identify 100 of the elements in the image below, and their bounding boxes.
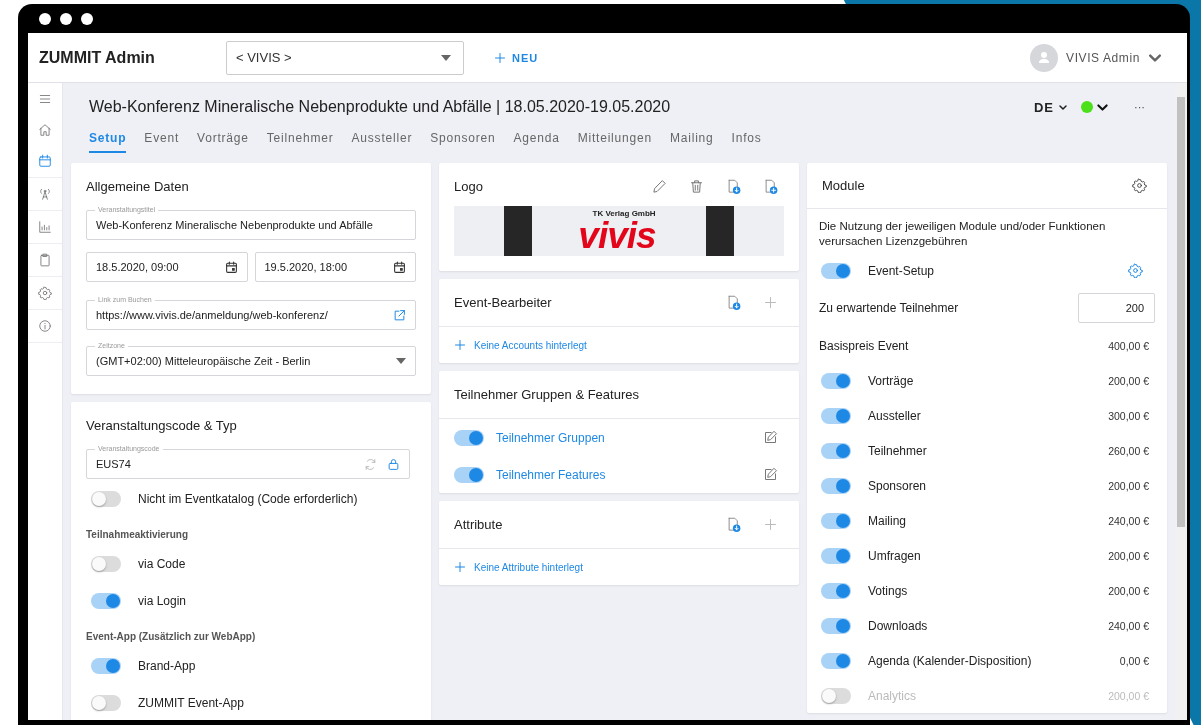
pencil-icon[interactable] <box>652 179 667 194</box>
file-download-icon[interactable] <box>726 517 741 532</box>
settings-icon[interactable] <box>1128 263 1143 278</box>
tab[interactable]: Mailing <box>669 128 714 153</box>
toggle-switch[interactable] <box>91 657 121 674</box>
add-link[interactable]: Keine Attribute hinterlegt <box>454 561 583 573</box>
module-label: Agenda (Kalender-Disposition) <box>868 653 1033 668</box>
app-title: ZUMMIT Admin <box>38 48 156 67</box>
chevron-down-icon[interactable] <box>1097 103 1108 111</box>
price-label: Basispreis Event <box>819 338 910 353</box>
toggle-switch[interactable] <box>91 592 121 609</box>
toggle-switch[interactable] <box>821 617 851 634</box>
plus-icon[interactable] <box>454 561 466 573</box>
antenna-icon[interactable] <box>38 187 52 201</box>
price: 260,00 € <box>1108 444 1150 457</box>
date-field[interactable]: 18.5.2020, 09:00 <box>86 252 248 282</box>
card-title: Attribute <box>454 517 503 532</box>
tab[interactable]: Agenda <box>513 128 560 153</box>
lock-icon[interactable] <box>387 457 400 471</box>
tab[interactable]: Infos <box>731 128 762 153</box>
status-dot[interactable] <box>1081 101 1093 113</box>
toggle-switch[interactable] <box>821 262 851 279</box>
price: 200,00 € <box>1108 584 1150 597</box>
language-select[interactable]: DE <box>1033 99 1067 115</box>
plus-icon[interactable] <box>454 339 466 351</box>
price: 200,00 € <box>1108 374 1150 387</box>
event-select[interactable]: < VIVIS > <box>226 40 464 75</box>
price: 300,00 € <box>1108 409 1150 422</box>
module-label: Vorträge <box>868 373 915 388</box>
edit-icon[interactable] <box>763 467 778 482</box>
external-link-icon[interactable] <box>393 308 406 322</box>
toggle-switch[interactable] <box>821 477 851 494</box>
trash-icon[interactable] <box>689 179 704 194</box>
toggle-switch[interactable] <box>821 582 851 599</box>
tab[interactable]: Event <box>144 128 180 153</box>
home-icon[interactable] <box>38 122 52 137</box>
price: 240,00 € <box>1108 619 1150 632</box>
window-control[interactable] <box>81 12 93 25</box>
toggle-switch[interactable] <box>454 429 484 446</box>
module-label: Downloads <box>868 618 929 633</box>
new-button[interactable]: NEU <box>490 47 543 68</box>
tab[interactable]: Aussteller <box>351 128 413 153</box>
toggle-switch[interactable] <box>821 512 851 529</box>
calendar-icon[interactable] <box>224 260 238 274</box>
toggle-switch[interactable] <box>821 372 851 389</box>
toggle-switch[interactable] <box>821 407 851 424</box>
plus-icon[interactable] <box>763 295 778 310</box>
scrollbar[interactable] <box>1175 83 1187 720</box>
file-download-icon[interactable] <box>726 179 741 194</box>
page-title: Web-Konferenz Mineralische Nebenprodukte und Abfälle | 18.05.2020-19.05.2020 <box>89 98 672 116</box>
calendar-icon[interactable] <box>393 260 406 274</box>
toggle-label: Brand-App <box>138 658 196 673</box>
number-field[interactable]: 200 <box>1078 293 1155 323</box>
gear-icon[interactable] <box>38 286 52 300</box>
module-label: Aussteller <box>868 408 922 423</box>
card-title: Logo <box>454 179 483 194</box>
module-label: Votings <box>868 583 909 598</box>
file-download-icon[interactable] <box>726 295 741 310</box>
tab[interactable]: Sponsoren <box>430 128 496 153</box>
module-label: Event-Setup <box>868 263 936 278</box>
dropdown-caret-icon <box>396 358 406 364</box>
toggle-switch[interactable] <box>821 442 851 459</box>
link-label[interactable]: Teilnehmer Gruppen <box>496 430 751 445</box>
window-control[interactable] <box>39 12 51 25</box>
add-link[interactable]: Keine Accounts hinterlegt <box>454 339 587 351</box>
file-add-icon[interactable] <box>763 179 778 194</box>
card-title: Allgemeine Daten <box>86 179 190 194</box>
chevron-down-icon[interactable] <box>1059 104 1067 110</box>
toggle-switch[interactable] <box>91 490 121 507</box>
toggle-switch[interactable] <box>91 555 121 572</box>
settings-icon[interactable] <box>1132 178 1147 193</box>
clipboard-icon[interactable] <box>38 253 52 267</box>
info-text: Die Nutzung der jeweiligen Module und/oder Funktionen verursachen Lizenzgebühren <box>819 219 1107 249</box>
info-icon[interactable] <box>38 319 52 333</box>
logo-wordmark: vivis <box>578 217 656 254</box>
toggle-switch[interactable] <box>821 652 851 669</box>
card-title: Module <box>822 178 865 193</box>
plus-icon[interactable] <box>763 517 778 532</box>
bar-chart-icon[interactable] <box>38 220 52 234</box>
tab[interactable]: Setup <box>89 128 127 153</box>
window-control[interactable] <box>60 12 72 25</box>
edit-icon[interactable] <box>763 430 778 445</box>
toggle-switch[interactable] <box>821 687 851 704</box>
plus-icon[interactable] <box>494 51 506 64</box>
module-label: Teilnehmer <box>868 443 928 458</box>
date-field[interactable]: 19.5.2020, 18:00 <box>254 252 416 282</box>
toggle-switch[interactable] <box>454 466 484 483</box>
toggle-switch[interactable] <box>91 694 121 711</box>
toggle-switch[interactable] <box>821 547 851 564</box>
module-label: Mailing <box>868 513 907 528</box>
price: 200,00 € <box>1108 479 1150 492</box>
section-heading: Event-App (Zusätzlich zur WebApp) <box>86 629 257 644</box>
more-button[interactable]: ··· <box>1134 101 1145 113</box>
module-label: Umfragen <box>868 548 922 563</box>
tab[interactable]: Teilnehmer <box>266 128 334 153</box>
card-title: Teilnehmer Gruppen & Features <box>454 387 639 402</box>
tab[interactable]: Mitteilungen <box>577 128 652 153</box>
link-label[interactable]: Teilnehmer Features <box>496 467 751 482</box>
user-name[interactable]: VIVIS Admin <box>1066 50 1140 65</box>
tab[interactable]: Vorträge <box>197 128 249 153</box>
